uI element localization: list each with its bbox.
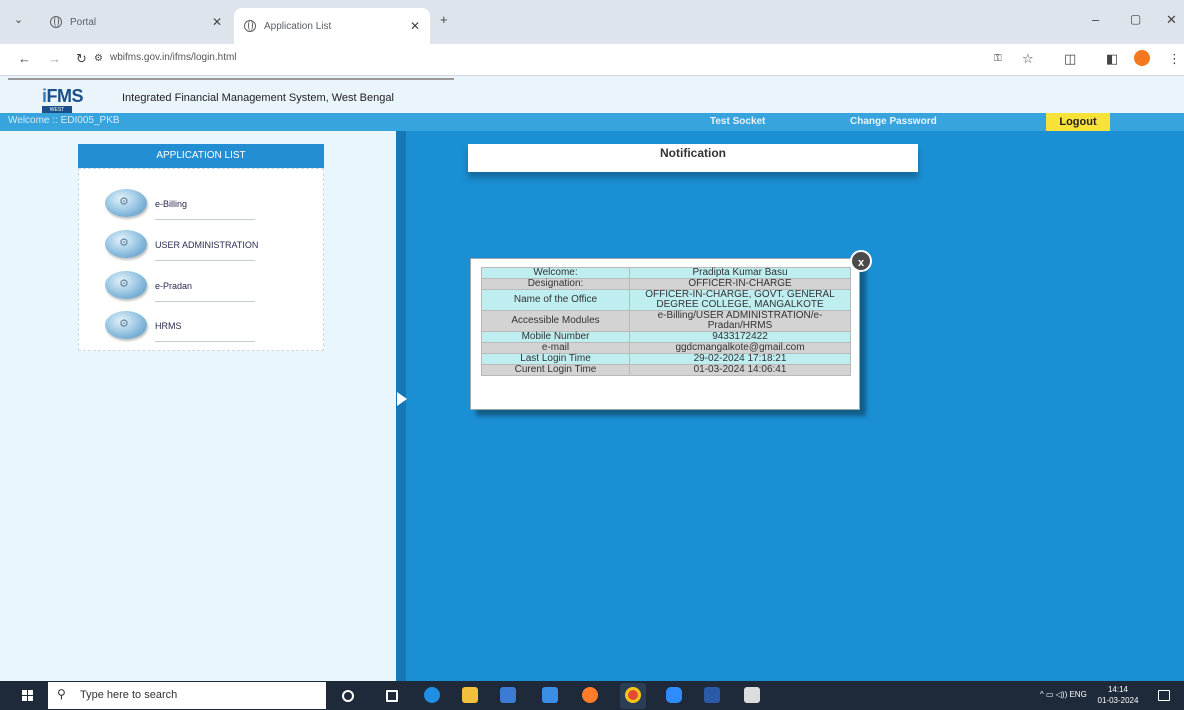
- welcome-user: Welcome :: EDI005_PKB: [8, 115, 120, 126]
- gear-icon: ⚙: [105, 271, 147, 299]
- windows-start-icon[interactable]: [22, 690, 34, 702]
- collapse-arrow-icon[interactable]: [397, 392, 414, 406]
- back-icon[interactable]: ←: [18, 51, 31, 66]
- bookmark-star-icon[interactable]: ☆: [1022, 51, 1034, 67]
- tab-search-chevron-icon[interactable]: ⌄: [14, 13, 23, 26]
- gear-icon: ⚙: [105, 189, 147, 217]
- application-list: ⚙ e-Billing ⚙ USER ADMINISTRATION ⚙ e-Pr…: [78, 168, 324, 351]
- chrome-icon[interactable]: [625, 687, 641, 703]
- application-list-heading: APPLICATION LIST: [78, 144, 324, 173]
- notification-title: Notification: [660, 146, 726, 160]
- forward-icon[interactable]: →: [48, 51, 61, 66]
- tab-label: Application List: [264, 20, 332, 32]
- search-icon: ⚲: [57, 687, 66, 701]
- info-key: e-mail: [481, 342, 630, 354]
- notification-center-icon[interactable]: [1158, 690, 1170, 701]
- info-key: Curent Login Time: [481, 364, 630, 376]
- tab-application-list[interactable]: Application List ✕: [234, 8, 430, 44]
- info-value: OFFICER-IN-CHARGE: [629, 278, 851, 290]
- side-panel-icon[interactable]: ◧: [1106, 51, 1118, 67]
- firefox-icon[interactable]: [582, 687, 598, 703]
- close-tab-icon[interactable]: ✕: [410, 19, 420, 33]
- restore-icon[interactable]: ▢: [1130, 12, 1141, 26]
- tab-portal[interactable]: Portal ✕: [40, 8, 232, 36]
- info-key: Welcome:: [481, 267, 630, 279]
- table-row: Accessible Modules e-Billing/USER ADMINI…: [481, 310, 851, 332]
- info-key: Accessible Modules: [481, 310, 630, 332]
- gear-icon: ⚙: [105, 311, 147, 339]
- table-row: Mobile Number 9433172422: [481, 331, 851, 343]
- info-value: 01-03-2024 14:06:41: [629, 364, 851, 376]
- new-tab-icon[interactable]: +: [440, 12, 448, 27]
- windows-taskbar: ⚲ Type here to search ^ ▭ ◁)) ENG 14:14 …: [0, 681, 1184, 710]
- info-value: 29-02-2024 17:18:21: [629, 353, 851, 365]
- info-key: Name of the Office: [481, 289, 630, 311]
- system-tray[interactable]: ^ ▭ ◁)) ENG: [1040, 690, 1087, 699]
- table-row: Designation: OFFICER-IN-CHARGE: [481, 278, 851, 290]
- ifms-logo: iFMS: [42, 86, 84, 106]
- user-bar: Welcome :: EDI005_PKB Test Socket Change…: [0, 113, 1184, 131]
- app-title: Integrated Financial Management System, …: [122, 92, 394, 104]
- info-key: Designation:: [481, 278, 630, 290]
- table-row: e-mail ggdcmangalkote@gmail.com: [481, 342, 851, 354]
- word-icon[interactable]: [704, 687, 720, 703]
- table-row: Curent Login Time 01-03-2024 14:06:41: [481, 364, 851, 376]
- gear-icon: ⚙: [105, 230, 147, 258]
- logout-button[interactable]: Logout: [1046, 113, 1110, 131]
- logo-area: iFMS WEST BENGAL Integrated Financial Ma…: [8, 78, 454, 122]
- pane-divider: [396, 131, 406, 681]
- browser-toolbar: ← → ↻ ⚙ wbifms.gov.in/ifms/login.html ⚿ …: [0, 44, 1184, 76]
- taskbar-search-box[interactable]: ⚲ Type here to search: [48, 682, 326, 709]
- app-icon[interactable]: [744, 687, 760, 703]
- info-value: 9433172422: [629, 331, 851, 343]
- notification-panel: Notification: [468, 144, 918, 172]
- cortana-icon[interactable]: [342, 690, 354, 702]
- extensions-icon[interactable]: ◫: [1064, 51, 1076, 67]
- info-value: ggdcmangalkote@gmail.com: [629, 342, 851, 354]
- app-item-label: USER ADMINISTRATION: [155, 240, 259, 250]
- browser-tabstrip: ⌄ Portal ✕ Application List ✕ + – ▢ ✕: [0, 0, 1184, 44]
- table-row: Welcome: Pradipta Kumar Basu: [481, 267, 851, 279]
- app-header: iFMS WEST BENGAL Integrated Financial Ma…: [0, 76, 1184, 122]
- test-socket-link[interactable]: Test Socket: [710, 116, 765, 127]
- app-item-label: HRMS: [155, 321, 182, 331]
- info-key: Mobile Number: [481, 331, 630, 343]
- app-item-e-billing[interactable]: ⚙ e-Billing: [105, 187, 285, 221]
- minimize-icon[interactable]: –: [1092, 12, 1099, 27]
- change-password-link[interactable]: Change Password: [850, 116, 937, 127]
- profile-avatar-icon[interactable]: [1134, 50, 1150, 66]
- close-tab-icon[interactable]: ✕: [212, 15, 222, 29]
- app-item-e-pradan[interactable]: ⚙ e-Pradan: [105, 269, 285, 303]
- popup-close-button[interactable]: x: [850, 250, 872, 272]
- search-placeholder: Type here to search: [80, 689, 178, 701]
- app-item-hrms[interactable]: ⚙ HRMS: [105, 309, 285, 343]
- tab-label: Portal: [70, 16, 97, 28]
- globe-icon: [50, 16, 62, 28]
- info-value: OFFICER-IN-CHARGE, GOVT. GENERAL DEGREE …: [629, 289, 851, 311]
- file-explorer-icon[interactable]: [462, 687, 478, 703]
- taskbar-clock[interactable]: 14:14 01-03-2024: [1094, 684, 1142, 706]
- info-key: Last Login Time: [481, 353, 630, 365]
- window-close-icon[interactable]: ✕: [1166, 12, 1177, 28]
- zoom-icon[interactable]: [666, 687, 682, 703]
- globe-icon: [244, 20, 256, 32]
- site-info-icon[interactable]: ⚙: [94, 53, 103, 64]
- app-item-label: e-Billing: [155, 199, 188, 209]
- task-view-icon[interactable]: [386, 690, 398, 702]
- edge-icon[interactable]: [424, 687, 440, 703]
- user-info-table: Welcome: Pradipta Kumar Basu Designation…: [481, 267, 851, 376]
- app-item-user-administration[interactable]: ⚙ USER ADMINISTRATION: [105, 228, 285, 262]
- password-key-icon[interactable]: ⚿: [994, 53, 1002, 64]
- info-value: Pradipta Kumar Basu: [629, 267, 851, 279]
- table-row: Name of the Office OFFICER-IN-CHARGE, GO…: [481, 289, 851, 311]
- store-icon[interactable]: [500, 687, 516, 703]
- info-value: e-Billing/USER ADMINISTRATION/e-Pradan/H…: [629, 310, 851, 332]
- reload-icon[interactable]: ↻: [76, 51, 87, 67]
- mail-icon[interactable]: [542, 687, 558, 703]
- menu-kebab-icon[interactable]: ⋮: [1168, 51, 1181, 67]
- app-item-label: e-Pradan: [155, 281, 193, 291]
- application-list-pane: APPLICATION LIST ⚙ e-Billing ⚙ USER ADMI…: [0, 131, 398, 681]
- address-bar[interactable]: wbifms.gov.in/ifms/login.html: [110, 52, 237, 63]
- table-row: Last Login Time 29-02-2024 17:18:21: [481, 353, 851, 365]
